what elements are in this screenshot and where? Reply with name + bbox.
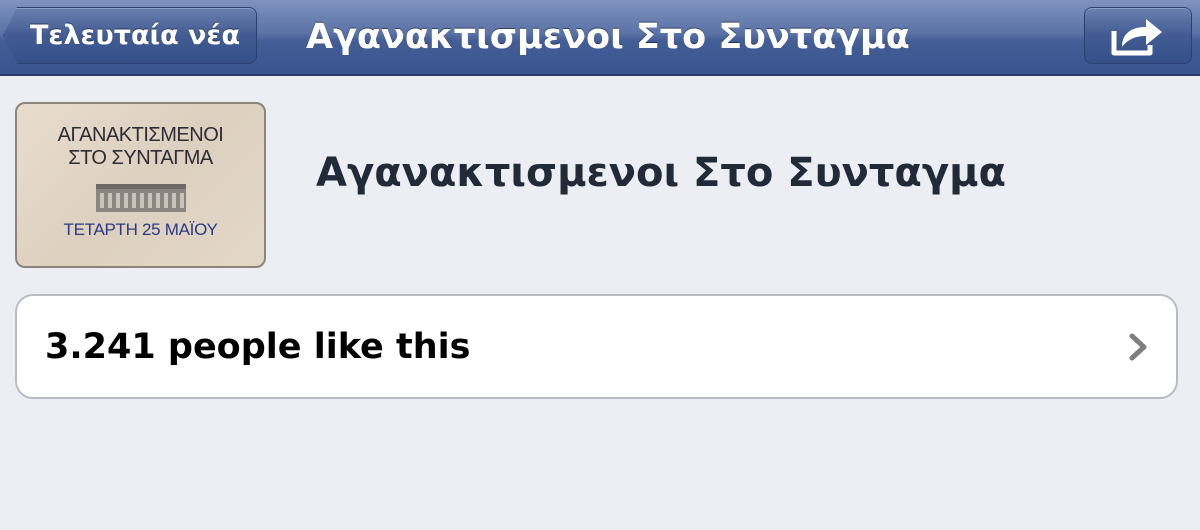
thumbnail-date: ΤΕΤΑΡΤΗ 25 ΜΑΪΟΥ <box>63 220 218 239</box>
navigation-bar: Τελευταία νέα Αγανακτισμενοι Στο Συνταγμ… <box>0 0 1200 76</box>
likes-row[interactable]: 3.241 people like this <box>15 294 1178 399</box>
share-button[interactable] <box>1084 7 1192 64</box>
thumbnail-line-1: ΑΓΑΝΑΚΤΙΣΜΕΝΟΙ <box>57 124 224 146</box>
page-title: Αγανακτισμενοι Στο Συνταγμα <box>316 150 1007 196</box>
chevron-right-icon <box>1129 333 1147 360</box>
back-button[interactable]: Τελευταία νέα <box>3 7 257 64</box>
parliament-building-image <box>95 184 186 212</box>
nav-title: Αγανακτισμενοι Στο Συνταγμα <box>306 17 910 57</box>
likes-count-label: 3.241 people like this <box>45 326 471 367</box>
page-thumbnail: ΑΓΑΝΑΚΤΙΣΜΕΝΟΙ ΣΤΟ ΣΥΝΤΑΓΜΑ ΤΕΤΑΡΤΗ 25 Μ… <box>15 102 266 268</box>
share-arrow-icon <box>1111 18 1162 55</box>
back-button-label: Τελευταία νέα <box>29 20 240 51</box>
thumbnail-line-2: ΣΤΟ ΣΥΝΤΑΓΜΑ <box>68 147 213 169</box>
